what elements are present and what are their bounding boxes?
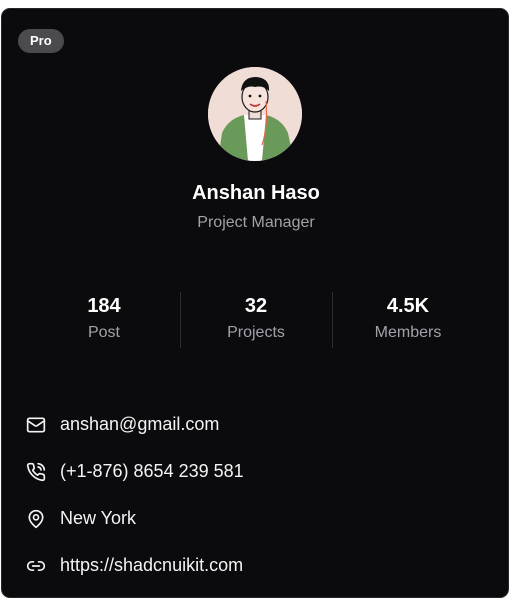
profile-card: Pro Anshan Haso Project Manager 184 Post…	[1, 8, 509, 598]
pro-badge: Pro	[18, 29, 64, 53]
mail-icon	[26, 415, 46, 435]
stats-row: 184 Post 32 Projects 4.5K Members	[28, 290, 484, 348]
stat-projects: 32 Projects	[180, 290, 332, 348]
contact-email: anshan@gmail.com	[26, 401, 486, 448]
email-text[interactable]: anshan@gmail.com	[60, 414, 219, 435]
location-text: New York	[60, 508, 137, 528]
stat-value: 32	[244, 295, 268, 317]
profile-role: Project Manager	[197, 214, 315, 231]
contact-list: anshan@gmail.com (+1-876) 8654 239 581 N…	[26, 401, 486, 589]
avatar-illustration	[208, 67, 302, 161]
avatar	[208, 67, 302, 161]
link-icon	[26, 556, 46, 576]
contact-phone: (+1-876) 8654 239 581	[26, 448, 486, 495]
website-link[interactable]: https://shadcnuikit.com	[60, 555, 243, 576]
contact-website: https://shadcnuikit.com	[26, 542, 486, 589]
stat-label: Members	[374, 324, 442, 341]
stat-members: 4.5K Members	[332, 290, 484, 348]
map-pin-icon	[26, 509, 46, 529]
phone-icon	[26, 462, 46, 482]
stat-label: Projects	[227, 324, 285, 341]
contact-location: New York	[26, 495, 486, 542]
stat-value: 184	[87, 295, 121, 317]
stat-label: Post	[87, 324, 120, 341]
profile-name: Anshan Haso	[192, 182, 320, 204]
stat-value: 4.5K	[386, 295, 430, 317]
phone-text[interactable]: (+1-876) 8654 239 581	[60, 461, 244, 482]
stat-posts: 184 Post	[28, 290, 180, 348]
